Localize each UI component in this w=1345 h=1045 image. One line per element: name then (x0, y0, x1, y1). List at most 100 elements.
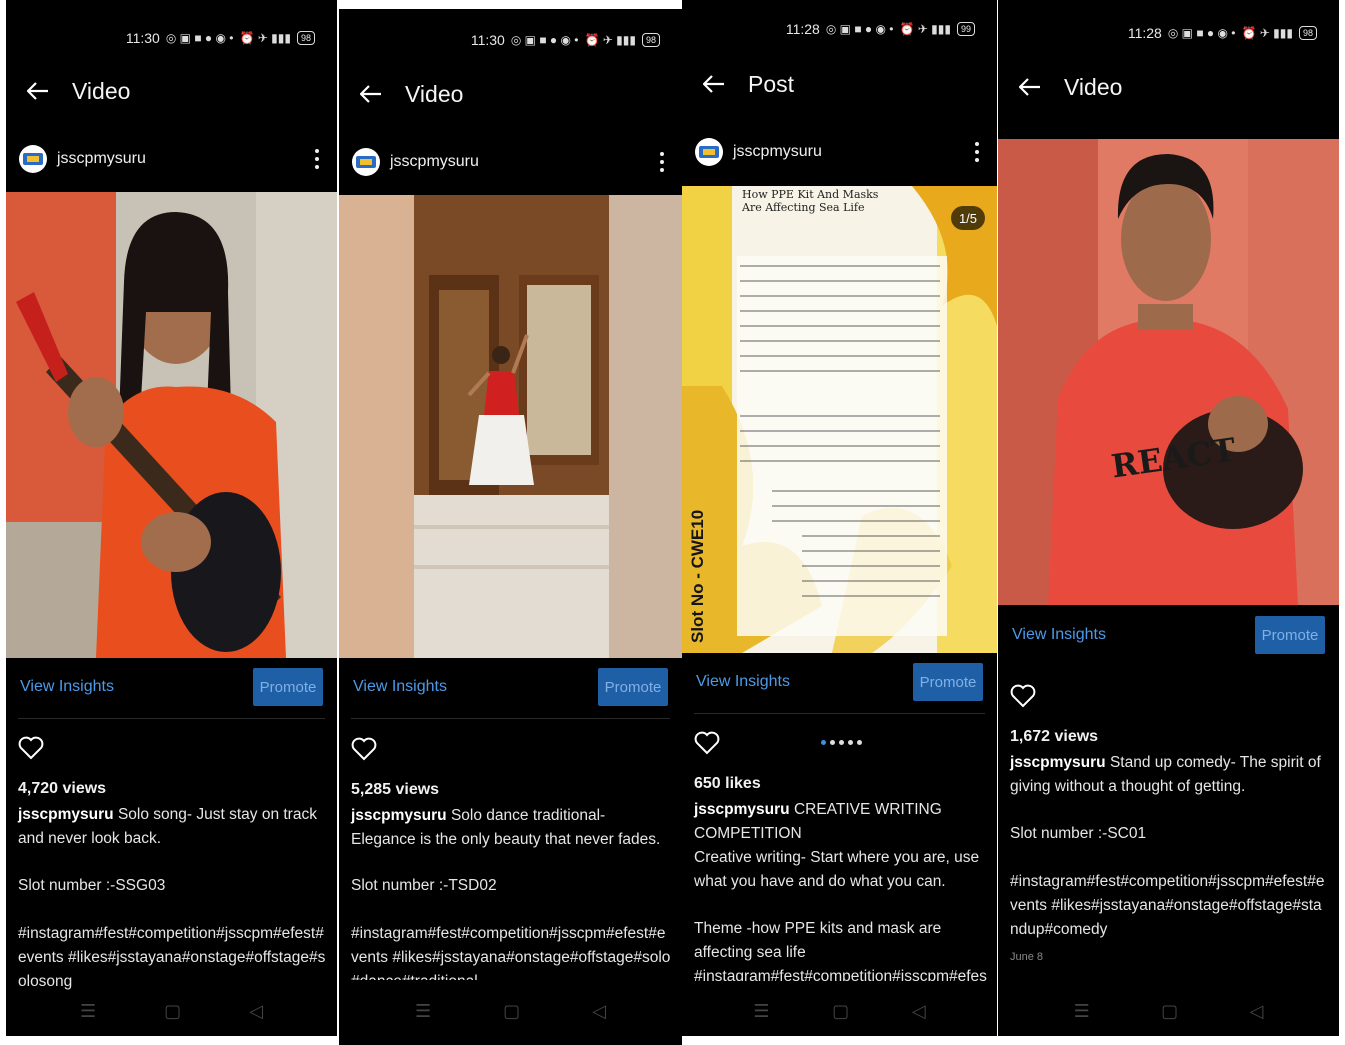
status-bar: 11:28 ◎ ▣ ■ ● ◉ • ⏰ ✈ ▮▮▮ 98 (998, 23, 1339, 43)
menu-nav-icon[interactable]: ☰ (415, 1001, 431, 1022)
back-arrow-icon[interactable] (351, 74, 391, 114)
promote-button[interactable]: Promote (1255, 616, 1325, 654)
phone-screen-1: 11:30 ◎ ▣ ■ ● ◉ • ⏰ ✈ ▮▮▮ 98 Video jsscp… (6, 0, 337, 1036)
app-bar: Post (682, 64, 997, 104)
caption-theme: Theme -how PPE kits and mask are affecti… (694, 920, 942, 961)
view-insights-link[interactable]: View Insights (1012, 626, 1106, 644)
back-nav-icon[interactable]: ◁ (249, 1001, 263, 1022)
heart-icon[interactable] (351, 736, 377, 762)
back-nav-icon[interactable]: ◁ (1249, 1001, 1263, 1022)
divider (351, 718, 670, 719)
back-nav-icon[interactable]: ◁ (912, 1001, 926, 1022)
image-heading: How PPE Kit And Masks Are Affecting Sea … (742, 188, 879, 214)
avatar[interactable] (352, 148, 380, 176)
post-date: June 8 (1010, 951, 1044, 963)
post-header: jsscpmysuru (339, 140, 682, 184)
insights-row: View Insights Promote (339, 668, 682, 708)
phone-screen-2: 11:30 ◎ ▣ ■ ● ◉ • ⏰ ✈ ▮▮▮ 98 Video jsscp… (339, 9, 682, 1045)
carousel-counter: 1/5 (951, 206, 985, 230)
page-title: Video (72, 77, 131, 104)
view-insights-link[interactable]: View Insights (353, 678, 447, 696)
caption-body: Creative writing- Start where you are, u… (694, 849, 980, 890)
app-bar: Video (339, 74, 682, 114)
view-insights-link[interactable]: View Insights (20, 678, 114, 696)
system-nav-bar: ☰ ▢ ◁ (682, 986, 997, 1036)
slot-number: Slot number :-SC01 (1010, 825, 1147, 842)
heart-icon[interactable] (18, 735, 44, 761)
caption-username[interactable]: jsscpmysuru (18, 806, 114, 823)
status-time: 11:30 (125, 30, 160, 46)
video-frame-singer (6, 192, 337, 658)
system-nav-bar: ☰ ▢ ◁ (998, 986, 1339, 1036)
hashtags[interactable]: #instagram#fest#competition#jsscpm#efest… (694, 965, 987, 981)
post-image[interactable]: How PPE Kit And Masks Are Affecting Sea … (682, 186, 997, 653)
system-icons: ⏰ ✈ ▮▮▮ (584, 33, 636, 47)
back-arrow-icon[interactable] (1010, 67, 1050, 107)
username[interactable]: jsscpmysuru (57, 150, 146, 168)
view-count: 4,720 views (18, 780, 107, 797)
menu-nav-icon[interactable]: ☰ (753, 1001, 769, 1022)
view-count: 5,285 views (351, 781, 440, 798)
username[interactable]: jsscpmysuru (390, 153, 479, 171)
video-player[interactable]: REACT (998, 139, 1339, 605)
page-title: Video (1064, 73, 1123, 100)
caption-username[interactable]: jsscpmysuru (351, 807, 447, 824)
promote-button[interactable]: Promote (913, 663, 983, 701)
hashtags[interactable]: #instagram#fest#competition#jsscpm#efest… (1010, 870, 1329, 942)
app-bar: Video (998, 67, 1339, 107)
video-player[interactable] (339, 195, 682, 658)
more-options-icon[interactable] (975, 142, 979, 162)
system-icons: ⏰ ✈ ▮▮▮ (899, 22, 951, 36)
home-nav-icon[interactable]: ▢ (1161, 1001, 1178, 1022)
page-title: Post (748, 70, 795, 97)
notification-icons: ◎ ▣ ■ ● ◉ • (165, 31, 234, 45)
more-options-icon[interactable] (315, 149, 319, 169)
status-bar: 11:28 ◎ ▣ ■ ● ◉ • ⏰ ✈ ▮▮▮ 99 (682, 19, 997, 39)
post-header: jsscpmysuru (6, 137, 337, 181)
heart-icon[interactable] (1010, 683, 1036, 709)
carousel-dots (821, 740, 862, 745)
home-nav-icon[interactable]: ▢ (832, 1001, 849, 1022)
home-nav-icon[interactable]: ▢ (503, 1001, 520, 1022)
promote-button[interactable]: Promote (598, 668, 668, 706)
system-icons: ⏰ ✈ ▮▮▮ (1241, 26, 1293, 40)
app-bar: Video (6, 71, 337, 111)
caption: jsscpmysuru Stand up comedy- The spirit … (1010, 751, 1329, 799)
caption-username[interactable]: jsscpmysuru (1010, 754, 1106, 771)
notification-icons: ◎ ▣ ■ ● ◉ • (825, 22, 894, 36)
video-player[interactable] (6, 192, 337, 658)
handwritten-essay-image (682, 186, 997, 653)
video-frame-comedian (998, 139, 1339, 605)
status-time: 11:28 (785, 21, 820, 37)
back-arrow-icon[interactable] (694, 64, 734, 104)
status-bar: 11:30 ◎ ▣ ■ ● ◉ • ⏰ ✈ ▮▮▮ 98 (6, 28, 337, 48)
status-time: 11:28 (1127, 25, 1162, 41)
back-arrow-icon[interactable] (18, 71, 58, 111)
menu-nav-icon[interactable]: ☰ (1074, 1001, 1090, 1022)
notification-icons: ◎ ▣ ■ ● ◉ • (510, 33, 579, 47)
image-slot-label: Slot No - CWE10 (688, 509, 707, 643)
avatar[interactable] (19, 145, 47, 173)
caption: jsscpmysuru Solo dance traditional- Eleg… (351, 804, 672, 852)
hashtags[interactable]: #instagram#fest#competition#jsscpm#efest… (351, 922, 672, 980)
caption-username[interactable]: jsscpmysuru (694, 801, 790, 818)
promote-button[interactable]: Promote (253, 668, 323, 706)
view-insights-link[interactable]: View Insights (696, 673, 790, 691)
post-header: jsscpmysuru (682, 130, 997, 174)
menu-nav-icon[interactable]: ☰ (80, 1001, 96, 1022)
username[interactable]: jsscpmysuru (733, 143, 822, 161)
battery-icon: 98 (1298, 26, 1317, 40)
heart-icon[interactable] (694, 730, 720, 756)
avatar[interactable] (695, 138, 723, 166)
page-title: Video (405, 80, 464, 107)
system-nav-bar: ☰ ▢ ◁ (6, 986, 337, 1036)
insights-row: View Insights Promote (682, 663, 997, 703)
back-nav-icon[interactable]: ◁ (592, 1001, 606, 1022)
hashtags[interactable]: #instagram#fest#competition#jsscpm#efest… (18, 922, 327, 994)
more-options-icon[interactable] (660, 152, 664, 172)
status-time: 11:30 (470, 32, 505, 48)
battery-icon: 98 (641, 33, 660, 47)
home-nav-icon[interactable]: ▢ (164, 1001, 181, 1022)
caption: jsscpmysuru Solo song- Just stay on trac… (18, 803, 327, 851)
battery-icon: 98 (296, 31, 315, 45)
